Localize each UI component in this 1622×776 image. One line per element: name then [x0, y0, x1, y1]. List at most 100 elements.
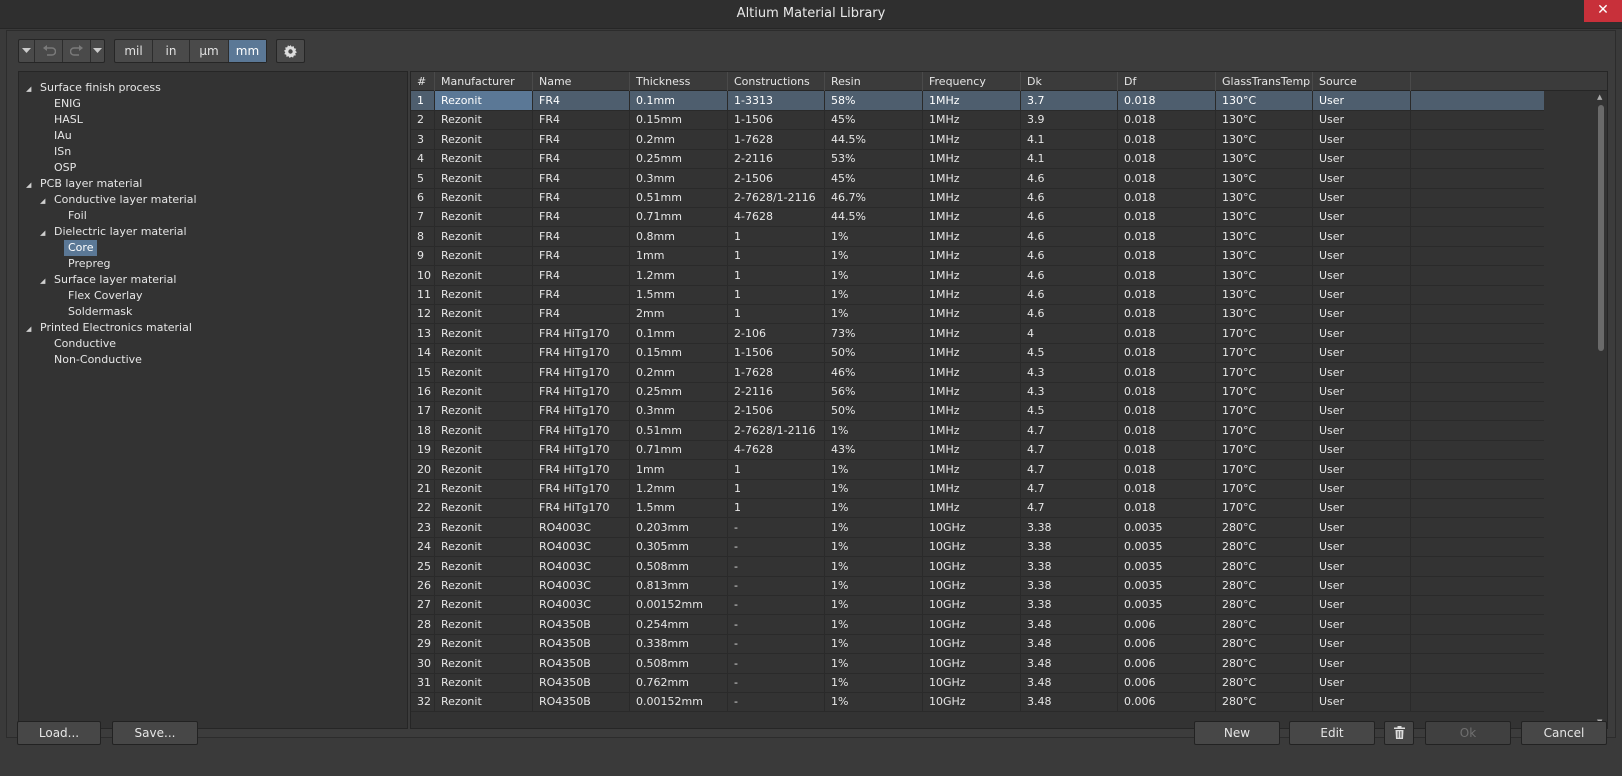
tree-item-label: OSP [54, 161, 77, 174]
tree-item[interactable]: ◢ Printed Electronics material [26, 320, 192, 336]
column-header[interactable]: Resin [825, 72, 923, 91]
table-row[interactable]: 22 Rezonit FR4 HiTg170 1.5mm 1 1% 1MHz 4.7 0.018… [411, 498, 1544, 519]
cancel-button[interactable]: Cancel [1521, 721, 1607, 745]
table-row[interactable]: 24 Rezonit RO4003C 0.305mm -1% 10GHz 3.38 0.003… [411, 537, 1544, 558]
table-cell: 3.48 [1021, 673, 1118, 692]
edit-button[interactable]: Edit [1289, 721, 1375, 745]
table-row[interactable]: 1 Rezonit FR4 0.1mm 1-3313 58% 1MHz 3.7 0.018 130… [411, 91, 1544, 111]
expand-arrow-icon[interactable]: ◢ [26, 177, 31, 193]
table-cell: Rezonit [435, 91, 533, 110]
tree-item[interactable]: ENIG [54, 96, 81, 112]
undo-button[interactable] [35, 40, 63, 62]
table-cell: 10GHz [923, 673, 1021, 692]
table-row[interactable]: 8 Rezonit FR4 0.8mm 1 1% 1MHz 4.6 0.018 130°C User [411, 226, 1544, 247]
table-row[interactable]: 30 Rezonit RO4350B 0.508mm -1% 10GHz 3.48 0.006… [411, 653, 1544, 674]
history-dropdown-left[interactable] [19, 40, 35, 62]
table-row[interactable]: 11 Rezonit FR4 1.5mm 1 1% 1MHz 4.6 0.018 130°C Use… [411, 285, 1544, 305]
table-row[interactable]: 26 Rezonit RO4003C 0.813mm -1% 10GHz 3.38 0.003… [411, 576, 1544, 596]
table-row[interactable]: 10 Rezonit FR4 1.2mm 1 1% 1MHz 4.6 0.018 130°C Use… [411, 265, 1544, 286]
column-header[interactable]: Dk [1021, 72, 1118, 91]
expand-arrow-icon[interactable]: ◢ [40, 273, 45, 289]
new-button[interactable]: New [1194, 721, 1280, 745]
column-header[interactable]: Source [1313, 72, 1411, 91]
column-header[interactable]: Manufacturer [435, 72, 533, 91]
tree-item-label: Non-Conductive [54, 353, 142, 366]
table-cell: 0.15mm [630, 343, 728, 363]
column-header[interactable]: Df [1118, 72, 1216, 91]
tree-item[interactable]: ◢ Conductive layer material [40, 192, 197, 208]
table-cell: 4.5 [1021, 401, 1118, 421]
table-row[interactable]: 9 Rezonit FR4 1mm 1 1% 1MHz 4.6 0.018 130°C User [411, 246, 1544, 267]
table-row[interactable]: 28 Rezonit RO4350B 0.254mm -1% 10GHz 3.48 0.006… [411, 614, 1544, 635]
table-row[interactable]: 29 Rezonit RO4350B 0.338mm -1% 10GHz 3.48 0.006… [411, 634, 1544, 655]
tree-item[interactable]: Foil [68, 208, 87, 224]
tree-item[interactable]: Core [64, 240, 98, 256]
expand-arrow-icon[interactable]: ◢ [26, 81, 31, 97]
unit-in-button[interactable]: in [153, 40, 190, 62]
table-row[interactable]: 18 Rezonit FR4 HiTg170 0.51mm 2-7628/1-2116 1… [411, 420, 1544, 441]
tree-item[interactable]: ◢ PCB layer material [26, 176, 142, 192]
tree-item[interactable]: Soldermask [68, 304, 132, 320]
expand-arrow-icon[interactable]: ◢ [40, 225, 45, 241]
tree-item[interactable]: ISn [54, 144, 71, 160]
table-row[interactable]: 6 Rezonit FR4 0.51mm 2-7628/1-2116 46.7% 1MHz 4… [411, 188, 1544, 208]
settings-button[interactable] [277, 40, 304, 62]
table-row[interactable]: 15 Rezonit FR4 HiTg170 0.2mm 1-7628 46% 1MHz 4.… [411, 362, 1544, 383]
table-cell: 1MHz [923, 459, 1021, 479]
tree-item[interactable]: ◢ Dielectric layer material [40, 224, 187, 240]
ok-button[interactable]: Ok [1425, 721, 1511, 745]
tree-item[interactable]: Non-Conductive [54, 352, 142, 368]
unit-mil-button[interactable]: mil [115, 40, 153, 62]
column-header[interactable]: Frequency [923, 72, 1021, 91]
load-button[interactable]: Load... [17, 721, 101, 745]
tree-item[interactable]: ◢ Surface layer material [40, 272, 176, 288]
table-row[interactable]: 4 Rezonit FR4 0.25mm 2-2116 53% 1MHz 4.1 0.018 13… [411, 149, 1544, 170]
column-header[interactable]: # [411, 72, 435, 91]
unit-mm-button[interactable]: mm [229, 40, 266, 62]
table-row[interactable]: 16 Rezonit FR4 HiTg170 0.25mm 2-2116 56% 1MHz 4… [411, 382, 1544, 402]
table-cell: FR4 [533, 285, 630, 304]
tree-item[interactable]: Prepreg [68, 256, 111, 272]
tree-item[interactable]: OSP [54, 160, 76, 176]
close-button[interactable]: ✕ [1584, 0, 1622, 22]
save-button[interactable]: Save... [112, 721, 198, 745]
table-row[interactable]: 21 Rezonit FR4 HiTg170 1.2mm 1 1% 1MHz 4.7 0.018… [411, 479, 1544, 499]
column-header[interactable]: GlassTransTemp [1216, 72, 1313, 91]
vertical-scrollbar[interactable]: ▲ ▼ [1595, 91, 1607, 728]
tree-item[interactable]: HASL [54, 112, 83, 128]
table-cell: 0.018 [1118, 420, 1216, 440]
tree-item[interactable]: Conductive [54, 336, 116, 352]
table-cell: User [1313, 149, 1411, 169]
table-row[interactable]: 14 Rezonit FR4 HiTg170 0.15mm 1-1506 50% 1MHz 4… [411, 343, 1544, 364]
table-row[interactable]: 31 Rezonit RO4350B 0.762mm -1% 10GHz 3.48 0.006… [411, 673, 1544, 693]
table-row[interactable]: 25 Rezonit RO4003C 0.508mm -1% 10GHz 3.38 0.003… [411, 556, 1544, 577]
tree-item[interactable]: IAu [54, 128, 72, 144]
table-row[interactable]: 20 Rezonit FR4 HiTg170 1mm 1 1% 1MHz 4.7 0.018 17… [411, 459, 1544, 480]
history-dropdown-right[interactable] [91, 40, 104, 62]
column-header[interactable]: Name [533, 72, 630, 91]
tree-item[interactable]: Flex Coverlay [68, 288, 142, 304]
table-row[interactable]: 7 Rezonit FR4 0.71mm 4-7628 44.5% 1MHz 4.6 0.018… [411, 207, 1544, 228]
scroll-up-icon[interactable]: ▲ [1597, 93, 1602, 101]
expand-arrow-icon[interactable]: ◢ [26, 321, 31, 337]
delete-button[interactable] [1384, 721, 1414, 745]
table-row[interactable]: 17 Rezonit FR4 HiTg170 0.3mm 2-1506 50% 1MHz 4.… [411, 401, 1544, 422]
redo-button[interactable] [63, 40, 91, 62]
table-row[interactable]: 3 Rezonit FR4 0.2mm 1-7628 44.5% 1MHz 4.1 0.018 1… [411, 129, 1544, 150]
table-row[interactable]: 12 Rezonit FR4 2mm 1 1% 1MHz 4.6 0.018 130°C User [411, 304, 1544, 325]
tree-item[interactable]: ◢ Surface finish process [26, 80, 161, 96]
column-header[interactable]: Thickness [630, 72, 728, 91]
table-row[interactable]: 32 Rezonit RO4350B 0.00152mm -1% 10GHz 3.48 0.0… [411, 692, 1544, 713]
table-row[interactable]: 19 Rezonit FR4 HiTg170 0.71mm 4-7628 43% 1MHz 4… [411, 440, 1544, 461]
table-row[interactable]: 13 Rezonit FR4 HiTg170 0.1mm 2-106 73% 1MHz 4 0.… [411, 323, 1544, 344]
table-row[interactable]: 5 Rezonit FR4 0.3mm 2-1506 45% 1MHz 4.6 0.018 130… [411, 168, 1544, 189]
scrollbar-thumb[interactable] [1598, 105, 1604, 351]
table-cell: FR4 HiTg170 [533, 498, 630, 518]
unit-um-button[interactable]: μm [190, 40, 229, 62]
table-row[interactable]: 2 Rezonit FR4 0.15mm 1-1506 45% 1MHz 3.9 0.018 13… [411, 110, 1544, 131]
expand-arrow-icon[interactable]: ◢ [40, 193, 45, 209]
table-row[interactable]: 27 Rezonit RO4003C 0.00152mm -1% 10GHz 3.38 0.0… [411, 595, 1544, 616]
column-header[interactable]: Constructions [728, 72, 825, 91]
table-row[interactable]: 23 Rezonit RO4003C 0.203mm -1% 10GHz 3.38 0.003… [411, 517, 1544, 538]
table-cell: 0.51mm [630, 188, 728, 207]
